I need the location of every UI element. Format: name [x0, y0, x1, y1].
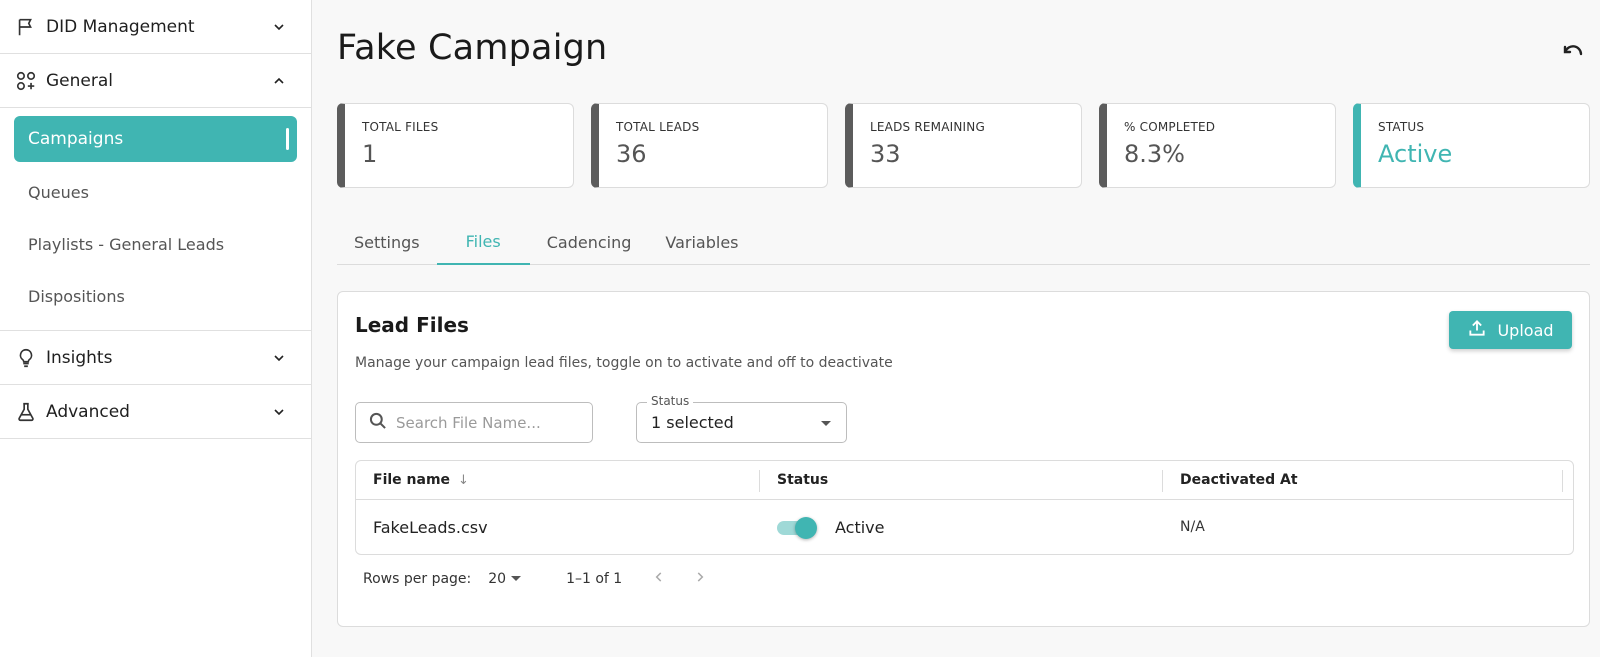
- table-header: File name ↓ Status Deactivated At: [356, 461, 1573, 500]
- sidebar-item-campaigns[interactable]: Campaigns: [14, 116, 297, 162]
- stat-value: 8.3%: [1124, 140, 1185, 168]
- stat-label: TOTAL FILES: [362, 120, 439, 134]
- page-range: 1–1 of 1: [566, 571, 623, 587]
- flag-icon: [14, 15, 38, 39]
- chevron-right-icon: [693, 570, 707, 588]
- sidebar-section-label: General: [46, 70, 113, 91]
- lead-files-table: File name ↓ Status Deactivated At FakeLe…: [355, 460, 1574, 555]
- stat-value: Active: [1378, 140, 1453, 168]
- status-filter-select[interactable]: Status 1 selected: [636, 394, 847, 443]
- tab-variables[interactable]: Variables: [648, 220, 755, 265]
- chevron-left-icon: [652, 570, 666, 588]
- sort-arrow-icon: ↓: [458, 472, 469, 488]
- tab-files[interactable]: Files: [436, 220, 530, 265]
- widgets-icon: [14, 69, 38, 93]
- active-toggle[interactable]: [777, 517, 817, 539]
- stat-label: % COMPLETED: [1124, 120, 1216, 134]
- stat-value: 33: [870, 140, 901, 168]
- sidebar-section-label: DID Management: [46, 16, 195, 37]
- tab-cadencing[interactable]: Cadencing: [530, 220, 649, 265]
- stat-label: LEADS REMAINING: [870, 120, 985, 134]
- pagination: Rows per page: 20 1–1 of 1: [363, 564, 707, 594]
- chevron-down-icon: [269, 348, 289, 368]
- lightbulb-icon: [14, 346, 38, 370]
- column-header-deactivated-at[interactable]: Deactivated At: [1163, 461, 1563, 499]
- page-title: Fake Campaign: [337, 28, 608, 68]
- sidebar-section-label: Insights: [46, 347, 113, 368]
- tab-settings[interactable]: Settings: [337, 220, 437, 265]
- card-title: Lead Files: [355, 313, 469, 337]
- next-page-button[interactable]: [693, 572, 707, 586]
- chevron-up-icon: [269, 71, 289, 91]
- search-icon: [368, 411, 388, 435]
- stat-total-leads: TOTAL LEADS 36: [591, 103, 828, 188]
- cell-file-name: FakeLeads.csv: [373, 517, 488, 537]
- column-header-file-name[interactable]: File name ↓: [356, 461, 760, 499]
- column-header-status[interactable]: Status: [760, 461, 1163, 499]
- table-row: FakeLeads.csv Active N/A: [356, 500, 1573, 554]
- table-body: FakeLeads.csv Active N/A: [356, 500, 1573, 554]
- sidebar-item-dispositions[interactable]: Dispositions: [14, 270, 297, 322]
- search-input[interactable]: [396, 413, 576, 432]
- stat-percent-completed: % COMPLETED 8.3%: [1099, 103, 1336, 188]
- status-text: Active: [835, 517, 885, 537]
- upload-button[interactable]: Upload: [1449, 311, 1572, 349]
- rows-per-page-value: 20: [488, 571, 507, 587]
- sidebar-section-label: Advanced: [46, 401, 130, 422]
- rows-per-page-label: Rows per page:: [363, 571, 472, 587]
- sidebar-item-playlists[interactable]: Playlists - General Leads: [14, 218, 297, 270]
- stats-row: TOTAL FILES 1 TOTAL LEADS 36 LEADS REMAI…: [337, 103, 1590, 188]
- undo-button[interactable]: [1560, 40, 1586, 66]
- stat-value: 1: [362, 140, 378, 168]
- sidebar-section-did-management[interactable]: DID Management: [0, 0, 311, 54]
- stat-leads-remaining: LEADS REMAINING 33: [845, 103, 1082, 188]
- stat-total-files: TOTAL FILES 1: [337, 103, 574, 188]
- general-subnav: Campaigns Queues Playlists - General Lea…: [0, 108, 311, 331]
- undo-icon: [1561, 39, 1585, 67]
- status-filter-value: 1 selected: [651, 413, 734, 432]
- column-header-label: Deactivated At: [1180, 472, 1298, 488]
- previous-page-button[interactable]: [652, 572, 666, 586]
- sidebar: DID Management General Campaigns Queues …: [0, 0, 312, 657]
- upload-button-label: Upload: [1497, 320, 1554, 340]
- rows-per-page-select[interactable]: 20: [488, 571, 522, 587]
- upload-icon: [1467, 318, 1487, 342]
- caret-down-icon: [510, 571, 522, 587]
- column-separator: [1562, 470, 1563, 492]
- campaign-tabs: Settings Files Cadencing Variables: [337, 220, 1590, 265]
- sidebar-section-advanced[interactable]: Advanced: [0, 385, 311, 439]
- sidebar-section-insights[interactable]: Insights: [0, 331, 311, 385]
- cell-status: Active: [760, 500, 1163, 554]
- stat-label: STATUS: [1378, 120, 1425, 134]
- stat-status: STATUS Active: [1353, 103, 1590, 188]
- sidebar-item-queues[interactable]: Queues: [14, 166, 297, 218]
- toggle-thumb: [795, 517, 817, 539]
- lead-files-card: Lead Files Manage your campaign lead fil…: [337, 291, 1590, 627]
- flask-icon: [14, 400, 38, 424]
- chevron-down-icon: [269, 402, 289, 422]
- card-description: Manage your campaign lead files, toggle …: [355, 355, 893, 371]
- column-header-label: File name: [373, 472, 451, 488]
- sidebar-section-general[interactable]: General: [0, 54, 311, 108]
- stat-value: 36: [616, 140, 647, 168]
- status-filter-label: Status: [647, 394, 694, 408]
- cell-deactivated-at: N/A: [1180, 519, 1205, 535]
- chevron-down-icon: [269, 17, 289, 37]
- column-header-label: Status: [777, 472, 829, 488]
- stat-label: TOTAL LEADS: [616, 120, 700, 134]
- caret-down-icon: [820, 413, 832, 432]
- main-content: Fake Campaign TOTAL FILES 1 TOTAL LEADS …: [312, 0, 1600, 657]
- search-field[interactable]: [355, 402, 593, 443]
